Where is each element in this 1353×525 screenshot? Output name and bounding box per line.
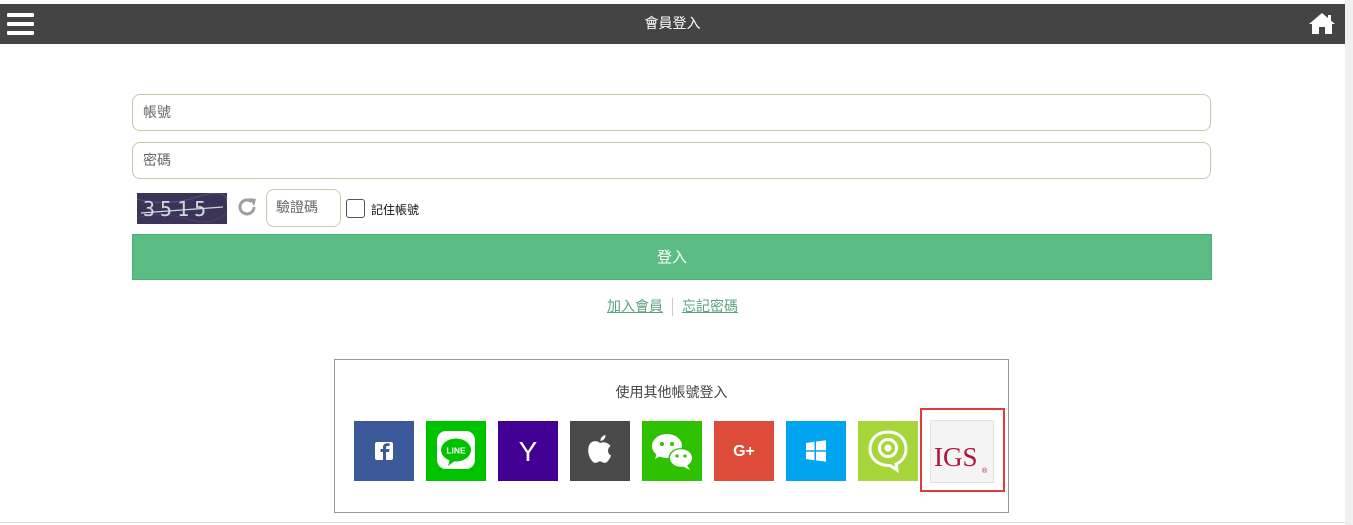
windows-login-button[interactable]	[786, 421, 846, 481]
apple-login-button[interactable]	[570, 421, 630, 481]
social-login-title: 使用其他帳號登入	[615, 385, 728, 401]
page-title: 會員登入	[644, 16, 701, 32]
wechat-login-button[interactable]	[642, 421, 702, 481]
join-member-link[interactable]: 加入會員	[607, 299, 663, 315]
google-plus-icon: G+	[714, 421, 774, 481]
scrollbar[interactable]	[1345, 0, 1353, 525]
facebook-icon	[354, 421, 414, 481]
login-button[interactable]: 登入	[132, 234, 1212, 280]
account-links: 加入會員 忘記密碼	[0, 296, 1345, 316]
divider	[0, 522, 1345, 523]
svg-text:®: ®	[982, 467, 988, 475]
captcha-image: 3515	[137, 193, 227, 224]
refresh-icon[interactable]	[236, 196, 258, 218]
yahoo-login-button[interactable]: Y	[498, 421, 558, 481]
password-input[interactable]	[132, 142, 1211, 179]
other-login-button[interactable]	[858, 421, 918, 481]
captcha-input[interactable]	[266, 189, 341, 227]
account-input[interactable]	[132, 94, 1211, 131]
windows-icon	[786, 421, 846, 481]
line-label: LINE	[446, 446, 466, 456]
facebook-login-button[interactable]	[354, 421, 414, 481]
remember-checkbox[interactable]	[346, 199, 365, 218]
forgot-password-link[interactable]: 忘記密碼	[682, 299, 738, 315]
google-plus-login-button[interactable]: G+	[714, 421, 774, 481]
line-login-button[interactable]: LINE	[426, 421, 486, 481]
igs-logo: IGS ®	[930, 420, 994, 483]
social-login-panel: 使用其他帳號登入 LINE Y G+ IGS ®	[334, 359, 1009, 513]
wechat-icon	[642, 421, 702, 481]
yahoo-label: Y	[519, 436, 538, 467]
google-plus-label: G+	[733, 443, 755, 460]
yahoo-icon: Y	[498, 421, 558, 481]
apple-icon	[570, 421, 630, 481]
igs-logo-text: IGS	[934, 442, 978, 472]
camera-bubble-icon	[858, 421, 918, 481]
igs-login-highlight[interactable]: IGS ®	[920, 408, 1005, 492]
link-separator	[672, 298, 673, 316]
remember-label: 記住帳號	[371, 203, 420, 217]
line-icon: LINE	[426, 421, 486, 481]
top-bar: 會員登入	[0, 4, 1345, 44]
home-icon[interactable]	[1308, 10, 1336, 38]
